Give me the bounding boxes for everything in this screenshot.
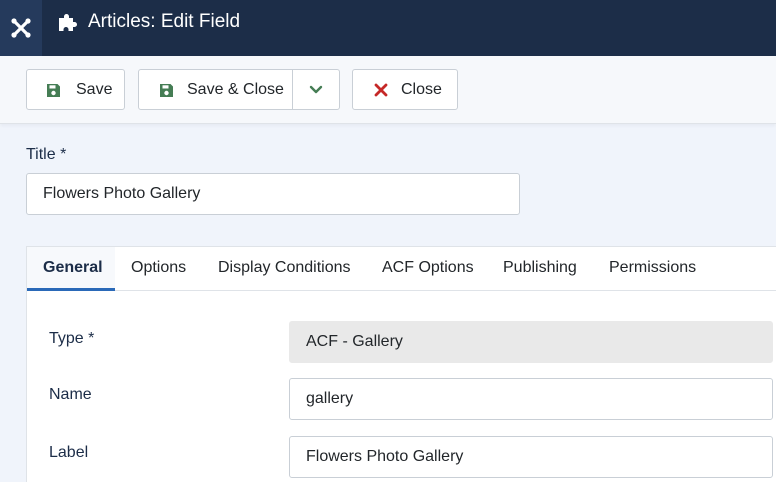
joomla-logo[interactable]	[0, 0, 42, 56]
type-field-label: Type *	[49, 330, 95, 347]
toolbar: Save Save & Close Close	[0, 56, 776, 124]
tab-display-conditions[interactable]: Display Conditions	[218, 247, 351, 291]
title-field-label: Title *	[26, 146, 67, 163]
label-input[interactable]: Flowers Photo Gallery	[289, 436, 773, 478]
close-icon	[374, 83, 388, 97]
tab-general[interactable]: General	[27, 247, 115, 291]
chevron-down-icon	[309, 85, 323, 93]
save-icon	[160, 84, 173, 97]
save-icon	[47, 84, 60, 97]
tab-permissions[interactable]: Permissions	[609, 247, 696, 291]
edit-field-card: General Options Display Conditions ACF O…	[26, 246, 776, 482]
save-close-button-label: Save & Close	[187, 81, 284, 98]
save-options-dropdown-button[interactable]	[292, 69, 340, 110]
save-close-button[interactable]: Save & Close	[138, 69, 293, 110]
name-field-label: Name	[49, 386, 92, 403]
label-field-label: Label	[49, 444, 89, 461]
tab-options[interactable]: Options	[131, 247, 186, 291]
save-button-label: Save	[76, 81, 113, 98]
page-title: Articles: Edit Field	[88, 11, 241, 32]
close-button[interactable]: Close	[352, 69, 458, 110]
tab-bar: General Options Display Conditions ACF O…	[27, 247, 776, 291]
save-button[interactable]: Save	[26, 69, 125, 110]
joomla-icon	[11, 18, 31, 38]
puzzle-icon	[59, 14, 77, 31]
tab-acf-options[interactable]: ACF Options	[382, 247, 474, 291]
admin-header: Articles: Edit Field	[0, 0, 776, 56]
tab-publishing[interactable]: Publishing	[503, 247, 577, 291]
type-field-value: ACF - Gallery	[289, 321, 773, 363]
name-input[interactable]: gallery	[289, 378, 773, 420]
close-button-label: Close	[401, 81, 442, 98]
title-input[interactable]: Flowers Photo Gallery	[26, 173, 520, 215]
